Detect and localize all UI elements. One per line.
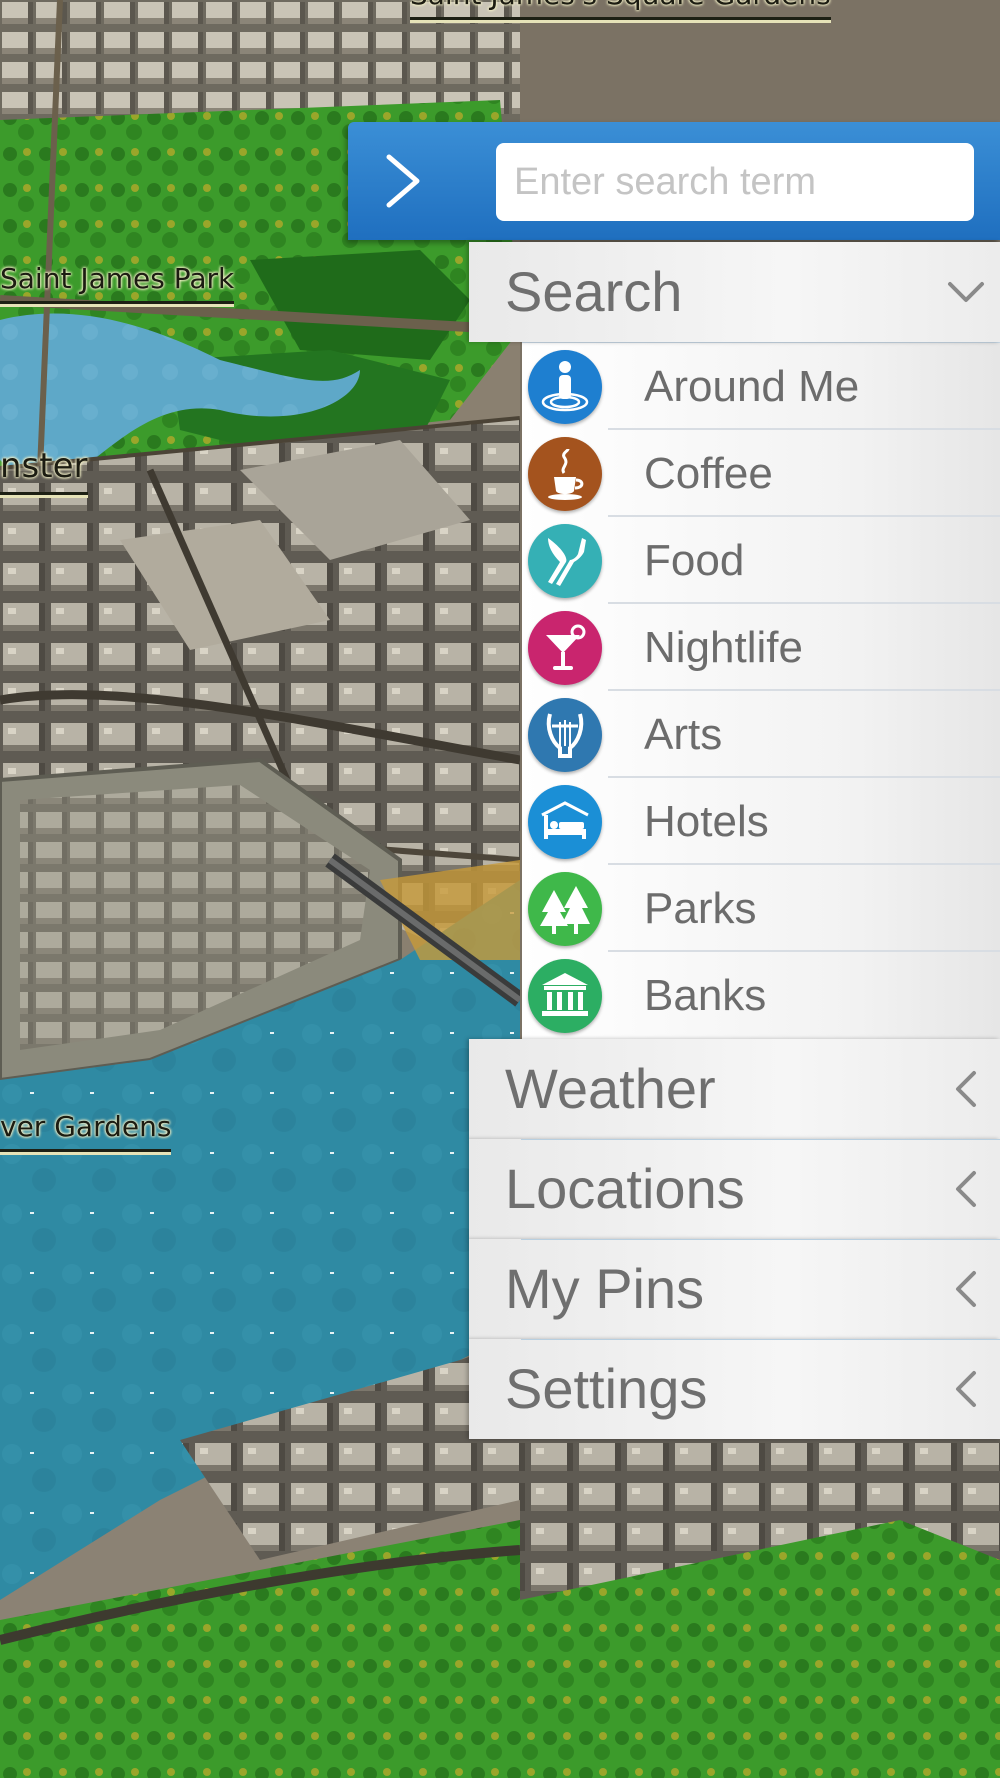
category-label: Food	[644, 536, 745, 585]
side-menu: Search Around Me Coffee Food Nightlife A…	[469, 242, 1000, 1439]
chevron-down-icon	[948, 282, 984, 302]
category-around-me[interactable]: Around Me	[522, 343, 1000, 430]
category-label: Arts	[644, 710, 723, 759]
chevron-left-icon	[956, 1271, 976, 1307]
category-banks[interactable]: Banks	[522, 952, 1000, 1039]
coffee-cup-icon	[528, 437, 602, 511]
lyre-icon	[528, 698, 602, 772]
category-nightlife[interactable]: Nightlife	[522, 604, 1000, 691]
search-bar	[348, 122, 1000, 240]
collapse-menu-button[interactable]	[348, 122, 458, 240]
map-label-westminster[interactable]: nster	[0, 446, 88, 495]
menu-section-label: Settings	[505, 1357, 708, 1420]
map-label-gardens[interactable]: ver Gardens	[0, 1110, 172, 1152]
category-label: Hotels	[644, 797, 769, 846]
trees-icon	[528, 872, 602, 946]
category-coffee[interactable]: Coffee	[522, 430, 1000, 517]
category-label: Around Me	[644, 362, 860, 411]
menu-section-my-pins[interactable]: My Pins	[469, 1239, 1000, 1339]
menu-section-search[interactable]: Search	[469, 242, 1000, 342]
chevron-left-icon	[956, 1071, 976, 1107]
cocktail-icon	[528, 611, 602, 685]
search-input[interactable]	[496, 143, 974, 221]
category-food[interactable]: Food	[522, 517, 1000, 604]
map-label-square[interactable]: Saint James's Square Gardens	[410, 0, 831, 20]
category-arts[interactable]: Arts	[522, 691, 1000, 778]
bed-icon	[528, 785, 602, 859]
knife-fork-icon	[528, 524, 602, 598]
menu-section-label: Search	[505, 260, 683, 323]
menu-section-settings[interactable]: Settings	[469, 1339, 1000, 1439]
map-label-park[interactable]: Saint James Park	[0, 262, 235, 304]
bank-icon	[528, 959, 602, 1033]
category-parks[interactable]: Parks	[522, 865, 1000, 952]
category-hotels[interactable]: Hotels	[522, 778, 1000, 865]
chevron-right-icon	[386, 154, 420, 208]
person-location-icon	[528, 350, 602, 424]
chevron-left-icon	[956, 1371, 976, 1407]
menu-section-weather[interactable]: Weather	[469, 1039, 1000, 1139]
search-category-list: Around Me Coffee Food Nightlife Arts Hot…	[522, 342, 1000, 1039]
menu-section-label: My Pins	[505, 1257, 705, 1320]
menu-section-label: Weather	[505, 1057, 716, 1120]
chevron-left-icon	[956, 1171, 976, 1207]
category-label: Banks	[644, 971, 767, 1020]
menu-section-label: Locations	[505, 1157, 745, 1220]
category-label: Coffee	[644, 449, 773, 498]
menu-section-locations[interactable]: Locations	[469, 1139, 1000, 1239]
category-label: Parks	[644, 884, 757, 933]
category-label: Nightlife	[644, 623, 803, 672]
